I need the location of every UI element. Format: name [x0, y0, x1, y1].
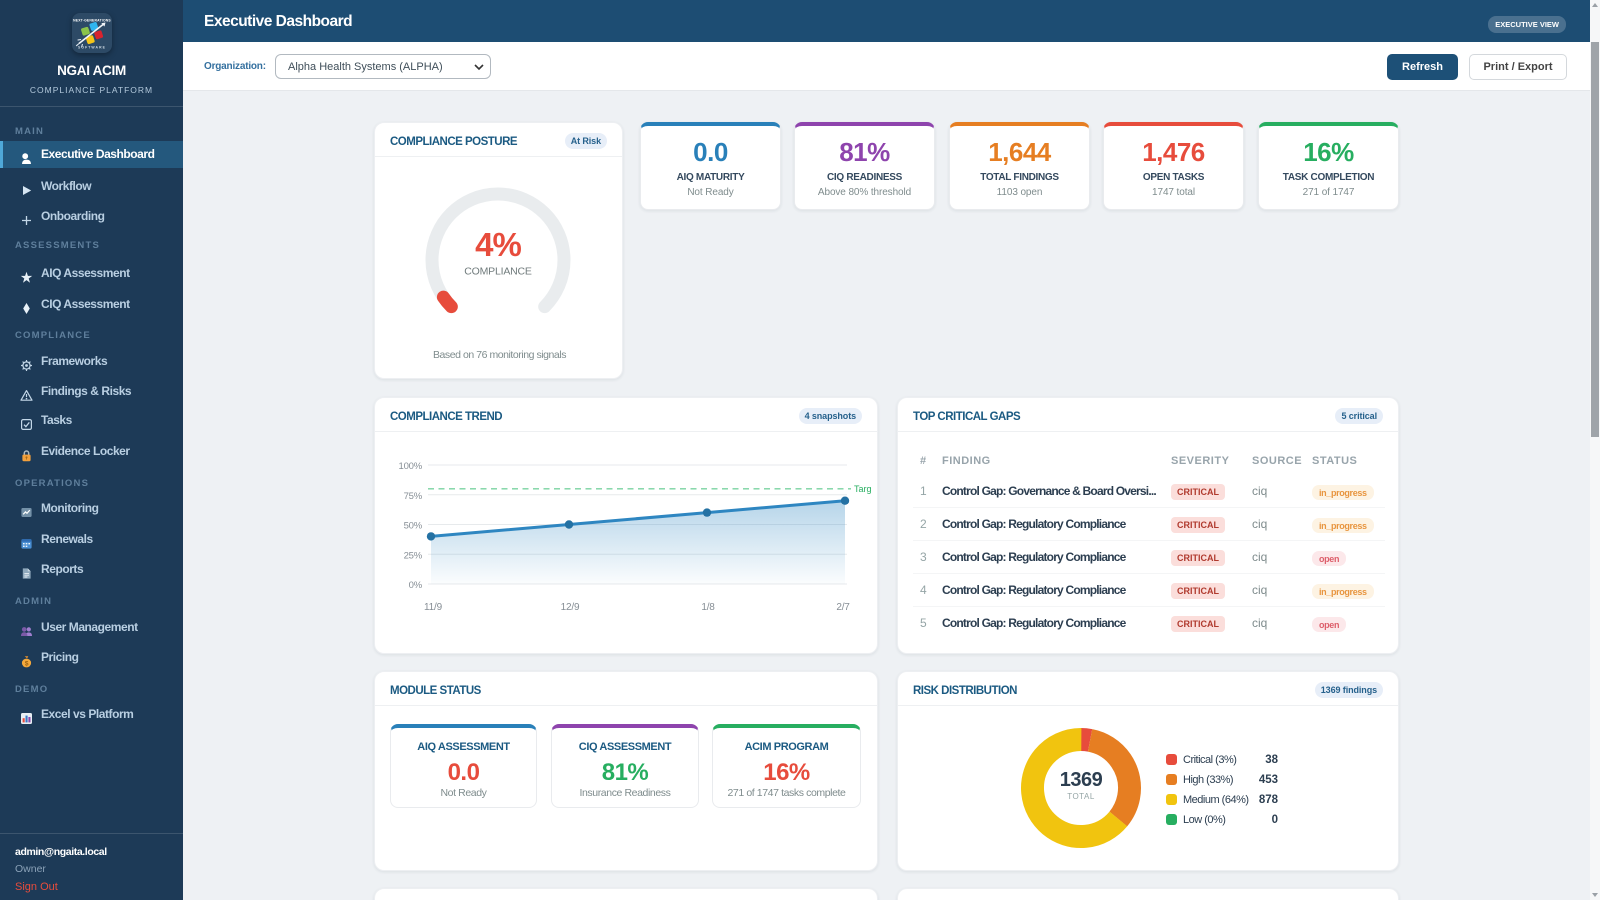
svg-text:25%: 25% [404, 550, 423, 561]
svg-text:12/9: 12/9 [561, 602, 580, 613]
svg-text:4%: 4% [475, 226, 521, 263]
svg-text:11/9: 11/9 [424, 602, 443, 613]
svg-text:SOFTWARE: SOFTWARE [78, 46, 106, 50]
svg-text:75%: 75% [404, 491, 423, 502]
svg-text:50%: 50% [404, 521, 423, 532]
svg-text:COMPLIANCE: COMPLIANCE [464, 266, 532, 278]
svg-text:1369: 1369 [1060, 769, 1103, 791]
svg-text:2/7: 2/7 [836, 602, 850, 613]
svg-text:Targ: Targ [854, 484, 872, 494]
svg-text:100%: 100% [399, 461, 423, 472]
svg-text:TOTAL: TOTAL [1067, 792, 1095, 801]
svg-text:NEXT-GENERATIONS: NEXT-GENERATIONS [73, 19, 111, 23]
svg-text:1/8: 1/8 [701, 602, 715, 613]
svg-text:0%: 0% [409, 580, 423, 591]
